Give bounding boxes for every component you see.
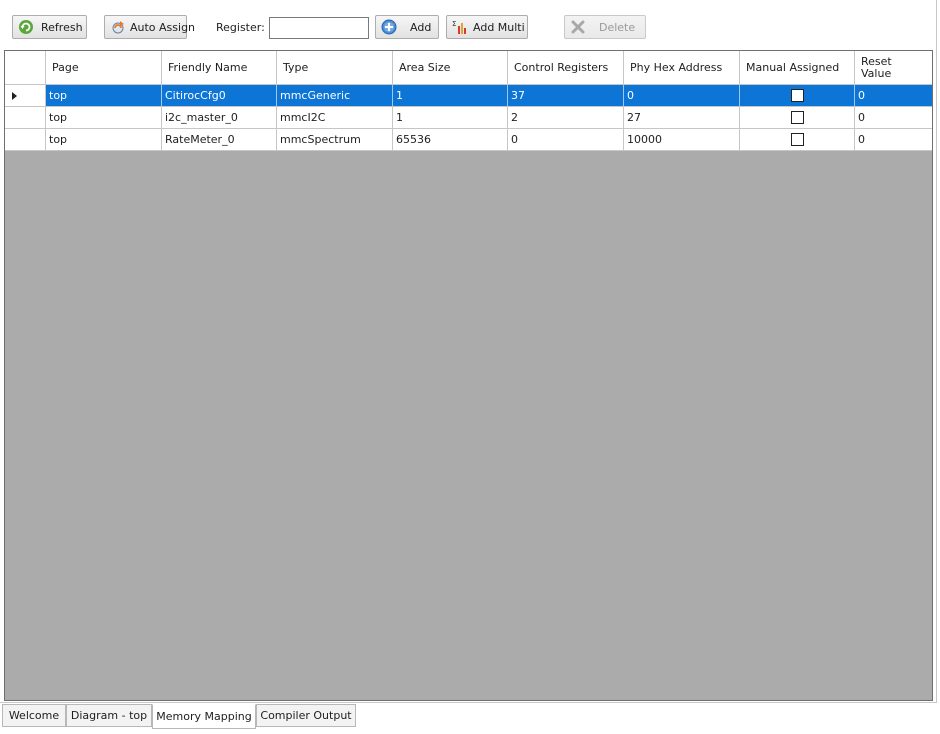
cell-type[interactable]: mmcSpectrum <box>277 129 393 150</box>
auto-assign-button[interactable]: Auto Assign <box>104 15 195 39</box>
table-row[interactable]: top CitirocCfg0 mmcGeneric 1 37 0 0 <box>5 85 932 107</box>
cell-control-registers[interactable]: 0 <box>508 129 624 150</box>
add-multi-icon: Σ <box>451 18 469 36</box>
row-header[interactable] <box>5 85 46 106</box>
cell-type[interactable]: mmcGeneric <box>277 85 393 106</box>
column-header-page[interactable]: Page <box>46 51 162 85</box>
refresh-icon <box>17 18 35 36</box>
cell-friendly-name[interactable]: RateMeter_0 <box>162 129 277 150</box>
row-header[interactable] <box>5 129 46 150</box>
cell-page[interactable]: top <box>46 85 162 106</box>
delete-button[interactable]: Delete <box>564 15 646 39</box>
cell-manual-assigned[interactable] <box>740 129 855 150</box>
memory-mapping-panel: Refresh Auto Assign Register: Add Σ Add … <box>0 0 937 703</box>
cell-reset-value[interactable]: 0 <box>855 85 932 106</box>
cell-page[interactable]: top <box>46 107 162 128</box>
column-header-phy-hex-address[interactable]: Phy Hex Address <box>624 51 740 85</box>
cell-friendly-name[interactable]: i2c_master_0 <box>162 107 277 128</box>
grid-header: Page Friendly Name Type Area Size Contro… <box>5 51 932 85</box>
tab-compiler-output[interactable]: Compiler Output <box>256 704 356 727</box>
add-circle-icon <box>380 18 398 36</box>
add-button[interactable]: Add <box>375 15 439 39</box>
manual-assigned-checkbox[interactable] <box>790 89 804 102</box>
cell-phy-hex-address[interactable]: 27 <box>624 107 740 128</box>
cell-area-size[interactable]: 1 <box>393 107 508 128</box>
register-label: Register: <box>216 21 265 34</box>
table-row[interactable]: top RateMeter_0 mmcSpectrum 65536 0 1000… <box>5 129 932 151</box>
cell-area-size[interactable]: 65536 <box>393 129 508 150</box>
refresh-label: Refresh <box>41 20 83 34</box>
auto-assign-label: Auto Assign <box>130 20 196 34</box>
cell-area-size[interactable]: 1 <box>393 85 508 106</box>
current-row-arrow-icon <box>12 92 17 100</box>
svg-text:Σ: Σ <box>452 20 456 28</box>
column-header-type[interactable]: Type <box>277 51 393 85</box>
tab-memory-mapping[interactable]: Memory Mapping <box>152 704 256 729</box>
cell-reset-value[interactable]: 0 <box>855 129 932 150</box>
delete-label: Delete <box>599 20 636 34</box>
column-header-control-registers[interactable]: Control Registers <box>508 51 624 85</box>
cell-type[interactable]: mmcI2C <box>277 107 393 128</box>
register-input[interactable] <box>269 17 369 39</box>
memory-map-grid: Page Friendly Name Type Area Size Contro… <box>4 50 933 701</box>
cell-phy-hex-address[interactable]: 0 <box>624 85 740 106</box>
column-header-manual-assigned[interactable]: Manual Assigned <box>740 51 855 85</box>
column-header-friendly-name[interactable]: Friendly Name <box>162 51 277 85</box>
column-header-area-size[interactable]: Area Size <box>393 51 508 85</box>
manual-assigned-checkbox[interactable] <box>790 133 804 146</box>
cell-control-registers[interactable]: 37 <box>508 85 624 106</box>
cell-manual-assigned[interactable] <box>740 107 855 128</box>
tab-diagram-top[interactable]: Diagram - top <box>66 704 152 727</box>
cell-friendly-name[interactable]: CitirocCfg0 <box>162 85 277 106</box>
tab-welcome[interactable]: Welcome <box>2 704 66 727</box>
add-multi-label: Add Multi <box>473 20 525 34</box>
row-header-corner <box>5 51 46 85</box>
cell-page[interactable]: top <box>46 129 162 150</box>
cell-manual-assigned[interactable] <box>740 85 855 106</box>
row-header[interactable] <box>5 107 46 128</box>
add-label: Add <box>410 20 432 34</box>
manual-assigned-checkbox[interactable] <box>790 111 804 124</box>
cell-control-registers[interactable]: 2 <box>508 107 624 128</box>
column-header-reset-value[interactable]: Reset Value <box>855 51 925 85</box>
cell-reset-value[interactable]: 0 <box>855 107 932 128</box>
table-row[interactable]: top i2c_master_0 mmcI2C 1 2 27 0 <box>5 107 932 129</box>
delete-x-icon <box>569 18 587 36</box>
refresh-button[interactable]: Refresh <box>12 15 87 39</box>
auto-assign-icon <box>109 18 127 36</box>
add-multi-button[interactable]: Σ Add Multi <box>446 15 528 39</box>
cell-phy-hex-address[interactable]: 10000 <box>624 129 740 150</box>
